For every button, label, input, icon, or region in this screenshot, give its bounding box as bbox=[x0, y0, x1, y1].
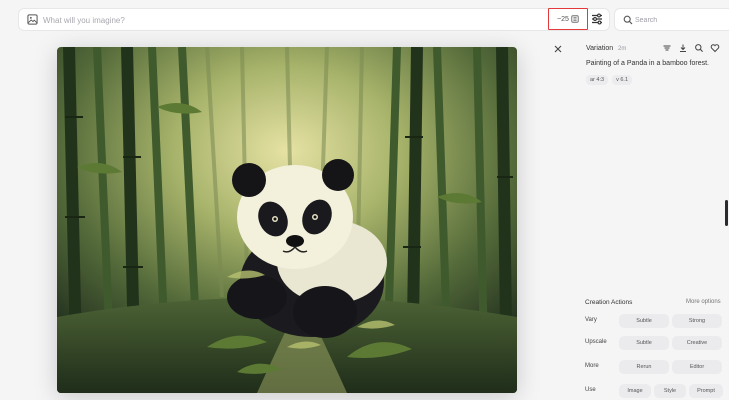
upscale-subtle-button[interactable]: Subtle bbox=[619, 336, 669, 350]
creation-actions-title: Creation Actions bbox=[585, 299, 633, 306]
action-row-use: Use Image Style Prompt bbox=[585, 384, 729, 398]
param-chip-aspect[interactable]: ar 4:3 bbox=[586, 75, 609, 85]
param-chip-version[interactable]: v 6.1 bbox=[612, 75, 633, 85]
panel-title: Variation bbox=[586, 45, 614, 52]
credit-cost-indicator[interactable]: ~25 bbox=[548, 8, 588, 30]
use-image-button[interactable]: Image bbox=[619, 384, 651, 398]
prompt-input[interactable] bbox=[43, 12, 523, 28]
panel-toolbar bbox=[662, 43, 720, 53]
rerun-button[interactable]: Rerun bbox=[619, 360, 669, 374]
search-similar-icon[interactable] bbox=[694, 43, 704, 53]
creation-actions: Creation Actions More options Vary Subtl… bbox=[574, 296, 729, 400]
action-label-upscale: Upscale bbox=[585, 339, 607, 345]
prompt-text[interactable]: Painting of a Panda in a bamboo forest. bbox=[586, 60, 726, 67]
action-row-vary: Vary Subtle Strong bbox=[585, 314, 729, 328]
image-upload-icon[interactable] bbox=[27, 14, 38, 25]
settings-sliders-icon[interactable] bbox=[590, 12, 604, 26]
search-box[interactable] bbox=[614, 8, 729, 31]
action-label-use: Use bbox=[585, 387, 596, 393]
search-icon bbox=[623, 15, 633, 25]
panel-timestamp: 2m bbox=[618, 46, 627, 52]
credit-icon bbox=[571, 15, 579, 23]
scroll-handle[interactable] bbox=[725, 200, 728, 226]
editor-button[interactable]: Editor bbox=[672, 360, 722, 374]
upscale-creative-button[interactable]: Creative bbox=[672, 336, 722, 350]
use-style-button[interactable]: Style bbox=[654, 384, 686, 398]
panda-bamboo-painting bbox=[57, 47, 517, 393]
vary-strong-button[interactable]: Strong bbox=[672, 314, 722, 328]
param-chips: ar 4:3 v 6.1 bbox=[586, 75, 633, 85]
use-prompt-button[interactable]: Prompt bbox=[689, 384, 723, 398]
heart-icon[interactable] bbox=[710, 43, 720, 53]
vary-subtle-button[interactable]: Subtle bbox=[619, 314, 669, 328]
search-input[interactable] bbox=[635, 12, 725, 28]
download-icon[interactable] bbox=[678, 43, 688, 53]
action-label-vary: Vary bbox=[585, 317, 597, 323]
action-row-upscale: Upscale Subtle Creative bbox=[585, 336, 729, 350]
more-options-link[interactable]: More options bbox=[686, 299, 721, 305]
list-icon[interactable] bbox=[662, 43, 672, 53]
close-icon[interactable] bbox=[553, 44, 563, 54]
action-label-more: More bbox=[585, 363, 599, 369]
generated-image[interactable] bbox=[57, 47, 517, 393]
action-row-more: More Rerun Editor bbox=[585, 360, 729, 374]
credit-cost-value: ~25 bbox=[557, 15, 569, 23]
prompt-bar[interactable] bbox=[18, 8, 610, 31]
